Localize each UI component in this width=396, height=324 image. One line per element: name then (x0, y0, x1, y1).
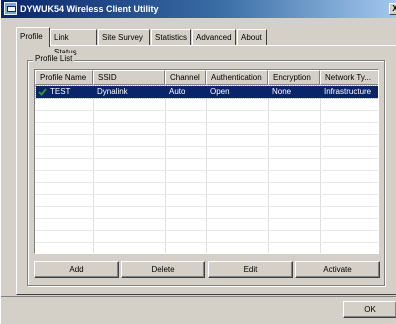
tab-profile[interactable]: Profile (16, 27, 50, 47)
cell-authentication: Open (210, 87, 230, 96)
divider (1, 296, 396, 297)
column-header-profile-name[interactable]: Profile Name (35, 70, 93, 85)
column-header-encryption[interactable]: Encryption (268, 70, 320, 85)
close-button[interactable]: X (389, 3, 396, 15)
tab-advanced[interactable]: Advanced (192, 29, 236, 46)
grid-line (35, 194, 378, 195)
grid-line (35, 98, 378, 99)
cell-ssid: Dynalink (97, 87, 128, 96)
utility-window: DYWUK54 Wireless Client Utility X Profil… (0, 0, 396, 324)
delete-button[interactable]: Delete (121, 261, 205, 278)
cell-channel: Auto (169, 87, 186, 96)
ok-button[interactable]: OK (343, 301, 396, 318)
column-header-network-type[interactable]: Network Ty... (320, 70, 378, 85)
cell-encryption: None (272, 87, 292, 96)
grid-line (35, 170, 378, 171)
add-button[interactable]: Add (34, 261, 119, 278)
grid-line (35, 230, 378, 231)
grid-line (35, 218, 378, 219)
grid-line (35, 242, 378, 243)
title-bar[interactable]: DYWUK54 Wireless Client Utility X (1, 0, 396, 18)
grid-line (35, 146, 378, 147)
profile-row[interactable]: TEST Dynalink Auto Open None Infrastruct… (35, 85, 378, 99)
column-header-authentication[interactable]: Authentication (206, 70, 268, 85)
app-icon (4, 2, 17, 15)
column-header-ssid[interactable]: SSID (93, 70, 165, 85)
tab-statistics[interactable]: Statistics (151, 29, 191, 46)
grid-line (35, 134, 378, 135)
window-title: DYWUK54 Wireless Client Utility (20, 4, 159, 14)
grid-line (35, 110, 378, 111)
activate-button[interactable]: Activate (295, 261, 380, 278)
grid-line (35, 158, 378, 159)
cell-profile-name: TEST (50, 87, 71, 96)
grid-line (35, 206, 378, 207)
tab-about[interactable]: About (237, 29, 267, 46)
profile-list-view[interactable]: Profile Name SSID Channel Authentication… (34, 69, 379, 254)
list-header: Profile Name SSID Channel Authentication… (35, 70, 378, 85)
cell-network-type: Infrastructure (324, 87, 372, 96)
column-header-channel[interactable]: Channel (165, 70, 206, 85)
tab-site-survey[interactable]: Site Survey (98, 29, 150, 46)
grid-line (35, 122, 378, 123)
edit-button[interactable]: Edit (208, 261, 293, 278)
grid-line (35, 182, 378, 183)
tab-link-status[interactable]: Link Status (50, 29, 97, 57)
profile-list-label: Profile List (33, 53, 75, 65)
